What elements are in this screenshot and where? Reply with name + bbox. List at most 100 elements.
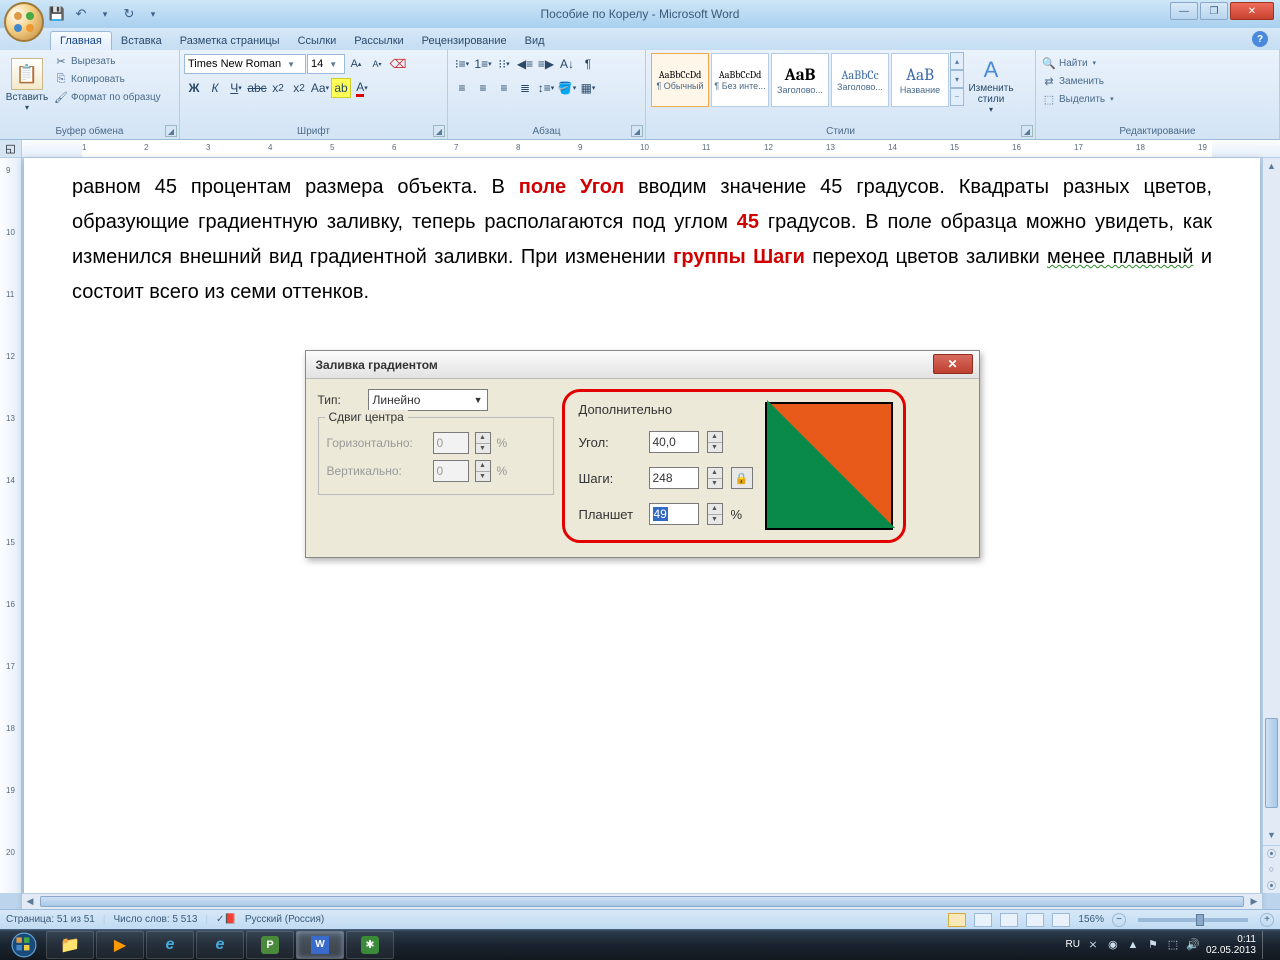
scroll-down[interactable]: ▼: [1263, 827, 1280, 843]
hscroll-thumb[interactable]: [40, 896, 1244, 907]
tab-references[interactable]: Ссылки: [289, 32, 346, 50]
task-app3[interactable]: P: [246, 931, 294, 959]
style-heading2[interactable]: AaBbCcЗаголово...: [831, 53, 889, 107]
task-explorer[interactable]: 📁: [46, 931, 94, 959]
office-button[interactable]: [4, 2, 44, 42]
bold-button[interactable]: Ж: [184, 78, 204, 98]
tab-pagelayout[interactable]: Разметка страницы: [171, 32, 289, 50]
tray-flag-icon[interactable]: ⚑: [1146, 938, 1160, 952]
tray-icon-3[interactable]: ▲: [1126, 938, 1140, 952]
task-ie2[interactable]: e: [196, 931, 244, 959]
tab-insert[interactable]: Вставка: [112, 32, 171, 50]
bullets-button[interactable]: ⁝≡▾: [452, 54, 472, 74]
tray-volume-icon[interactable]: 🔊: [1186, 938, 1200, 952]
line-spacing-button[interactable]: ↕≡▾: [536, 78, 556, 98]
change-styles-button[interactable]: AИзменить стили▾: [964, 52, 1018, 118]
paste-button[interactable]: 📋 Вставить ▾: [4, 52, 50, 118]
redo-button[interactable]: ↻: [118, 3, 140, 25]
print-layout-view[interactable]: [948, 913, 966, 927]
tray-clock[interactable]: 0:11 02.05.2013: [1206, 934, 1256, 956]
task-ie1[interactable]: e: [146, 931, 194, 959]
align-center-button[interactable]: ≡: [473, 78, 493, 98]
highlight-button[interactable]: ab: [331, 78, 351, 98]
document-text[interactable]: равном 45 процентам размера объекта. В п…: [24, 158, 1260, 322]
show-marks-button[interactable]: ¶: [578, 54, 598, 74]
start-button[interactable]: [4, 931, 44, 959]
maximize-button[interactable]: ❐: [1200, 2, 1228, 20]
angle-spinner[interactable]: ▲▼: [707, 431, 723, 453]
hscroll-right[interactable]: ▶: [1246, 894, 1262, 909]
clipboard-launcher[interactable]: ◢: [165, 125, 177, 137]
zoom-slider[interactable]: [1138, 918, 1248, 922]
clear-formatting-button[interactable]: ⌫: [388, 54, 408, 74]
zoom-in[interactable]: +: [1260, 913, 1274, 927]
tray-lang[interactable]: RU: [1065, 939, 1079, 950]
align-left-button[interactable]: ≡: [452, 78, 472, 98]
outline-view[interactable]: [1026, 913, 1044, 927]
help-icon[interactable]: ?: [1252, 31, 1268, 47]
ruler-corner[interactable]: ◱: [0, 140, 22, 157]
style-title[interactable]: AaBНазвание: [891, 53, 949, 107]
web-view[interactable]: [1000, 913, 1018, 927]
superscript-button[interactable]: x2: [289, 78, 309, 98]
zoom-level[interactable]: 156%: [1078, 914, 1104, 925]
spellcheck-icon[interactable]: ✓📕: [216, 914, 237, 925]
subscript-button[interactable]: x2: [268, 78, 288, 98]
minimize-button[interactable]: —: [1170, 2, 1198, 20]
browse-next[interactable]: ⦿: [1263, 877, 1280, 893]
dialog-close-button[interactable]: ✕: [933, 354, 973, 374]
page-status[interactable]: Страница: 51 из 51: [6, 914, 95, 925]
tab-review[interactable]: Рецензирование: [413, 32, 516, 50]
fullscreen-view[interactable]: [974, 913, 992, 927]
tray-icon-2[interactable]: ◉: [1106, 938, 1120, 952]
font-launcher[interactable]: ◢: [433, 125, 445, 137]
pad-input[interactable]: 49: [649, 503, 699, 525]
save-button[interactable]: 💾: [46, 3, 68, 25]
pad-spinner[interactable]: ▲▼: [707, 503, 723, 525]
grow-font-button[interactable]: A▴: [346, 54, 366, 74]
task-word[interactable]: W: [296, 931, 344, 959]
change-case-button[interactable]: Aa▾: [310, 78, 330, 98]
type-combo[interactable]: Линейно▼: [368, 389, 488, 411]
font-name-combo[interactable]: Times New Roman▼: [184, 54, 306, 74]
numbering-button[interactable]: 1≡▾: [473, 54, 493, 74]
horizontal-ruler[interactable]: ◱ 12345678910111213141516171819: [0, 140, 1280, 158]
browse-prev[interactable]: ⦿: [1263, 845, 1280, 861]
align-right-button[interactable]: ≡: [494, 78, 514, 98]
show-desktop-button[interactable]: [1262, 931, 1270, 959]
task-app4[interactable]: ✱: [346, 931, 394, 959]
styles-scroll[interactable]: ▴▾⎯: [950, 52, 964, 106]
horizontal-scrollbar[interactable]: ◀ ▶: [22, 893, 1262, 909]
copy-button[interactable]: ⎘Копировать: [52, 70, 163, 88]
tab-view[interactable]: Вид: [516, 32, 554, 50]
vertical-scrollbar[interactable]: ▲ ▼ ⦿ ○ ⦿: [1262, 158, 1280, 893]
steps-spinner[interactable]: ▲▼: [707, 467, 723, 489]
zoom-out[interactable]: −: [1112, 913, 1126, 927]
task-mediaplayer[interactable]: ▶: [96, 931, 144, 959]
word-count[interactable]: Число слов: 5 513: [113, 914, 197, 925]
browse-select[interactable]: ○: [1263, 861, 1280, 877]
font-size-combo[interactable]: 14▼: [307, 54, 345, 74]
shrink-font-button[interactable]: A▾: [367, 54, 387, 74]
language-status[interactable]: Русский (Россия): [245, 914, 324, 925]
shading-button[interactable]: 🪣▾: [557, 78, 577, 98]
multilevel-button[interactable]: ⁝⁝▾: [494, 54, 514, 74]
scroll-thumb[interactable]: [1265, 718, 1278, 808]
tab-mailings[interactable]: Рассылки: [345, 32, 412, 50]
tab-home[interactable]: Главная: [50, 31, 112, 50]
undo-dropdown[interactable]: ▾: [94, 3, 116, 25]
font-color-button[interactable]: A▾: [352, 78, 372, 98]
qat-customize[interactable]: ▾: [142, 3, 164, 25]
cut-button[interactable]: ✂Вырезать: [52, 52, 163, 70]
page[interactable]: равном 45 процентам размера объекта. В п…: [24, 158, 1260, 958]
vertical-ruler[interactable]: 91011121314151617181920: [0, 158, 22, 893]
angle-input[interactable]: 40,0: [649, 431, 699, 453]
steps-input[interactable]: 248: [649, 467, 699, 489]
paragraph-launcher[interactable]: ◢: [631, 125, 643, 137]
hscroll-left[interactable]: ◀: [22, 894, 38, 909]
style-heading1[interactable]: AaBЗаголово...: [771, 53, 829, 107]
tray-network-icon[interactable]: ⬚: [1166, 938, 1180, 952]
increase-indent-button[interactable]: ≡▶: [536, 54, 556, 74]
decrease-indent-button[interactable]: ◀≡: [515, 54, 535, 74]
styles-launcher[interactable]: ◢: [1021, 125, 1033, 137]
